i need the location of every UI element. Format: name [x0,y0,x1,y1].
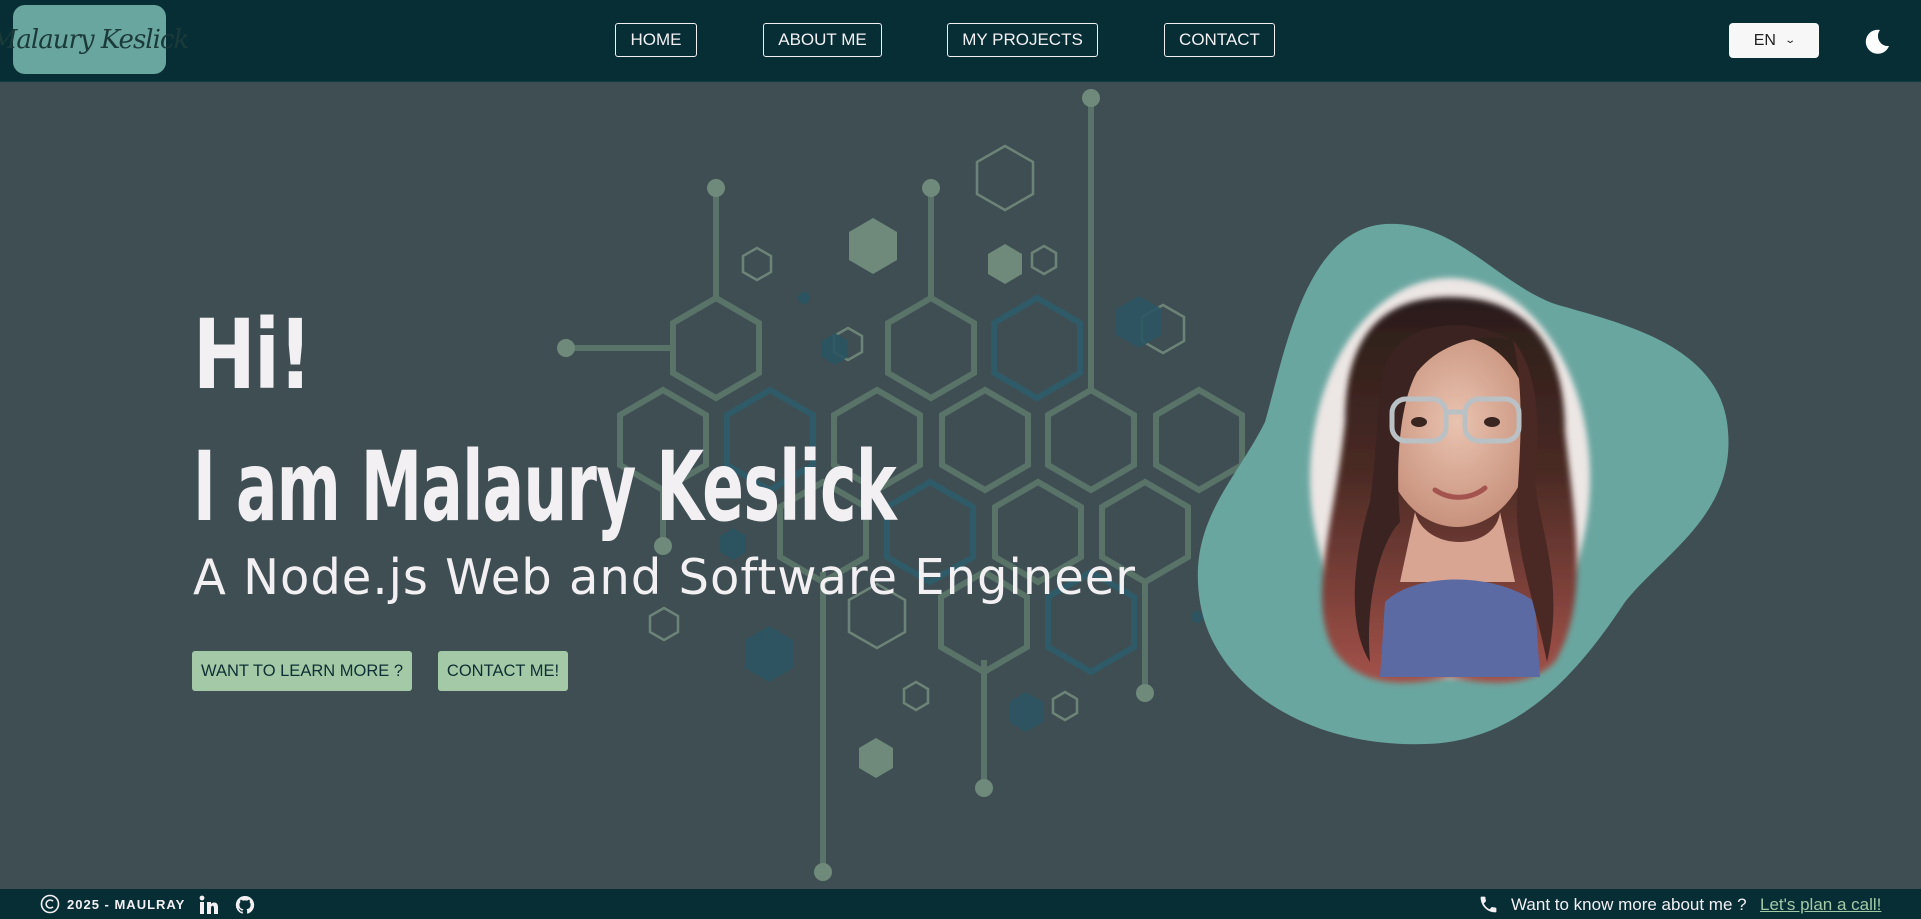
hero-greeting: Hi! [193,299,312,411]
learn-more-button[interactable]: WANT TO LEARN MORE ? [192,651,412,691]
moon-icon[interactable] [1862,27,1892,57]
portrait-image [1310,278,1590,683]
copyright-icon [40,894,60,914]
chevron-down-icon: ⌄ [1784,35,1796,46]
linkedin-icon[interactable] [199,895,219,915]
contact-me-button[interactable]: CONTACT ME! [438,651,568,691]
profile-photo [1197,223,1729,745]
language-select[interactable]: EN ⌄ [1729,23,1819,58]
nav-projects-label: MY PROJECTS [962,30,1083,49]
top-nav-bar: Malaury Keslick HOME ABOUT ME MY PROJECT… [0,0,1921,82]
plan-call-link[interactable]: Let's plan a call! [1760,895,1881,915]
nav-home-label: HOME [630,30,682,49]
language-value: EN [1753,31,1776,49]
copyright-text: 2025 - MAULRAY [67,897,186,912]
nav-projects-button[interactable]: MY PROJECTS [947,23,1098,57]
nav-about-label: ABOUT ME [778,30,867,49]
main-nav: HOME ABOUT ME MY PROJECTS CONTACT [0,23,1921,59]
nav-about-button[interactable]: ABOUT ME [763,23,882,57]
call-prompt-text: Want to know more about me ? [1511,895,1747,914]
hero-name-heading: I am Malaury Keslick [193,431,897,543]
learn-more-label: WANT TO LEARN MORE ? [200,662,403,680]
nav-contact-label: CONTACT [1179,30,1260,49]
footer-bar: 2025 - MAULRAY Want to know more about m… [0,889,1921,919]
nav-home-button[interactable]: HOME [615,23,697,57]
contact-me-label: CONTACT ME! [446,662,560,680]
nav-contact-button[interactable]: CONTACT [1164,23,1275,57]
hero-subtitle: A Node.js Web and Software Engineer [193,549,1137,606]
phone-icon [1480,896,1497,913]
github-icon[interactable] [235,895,255,915]
